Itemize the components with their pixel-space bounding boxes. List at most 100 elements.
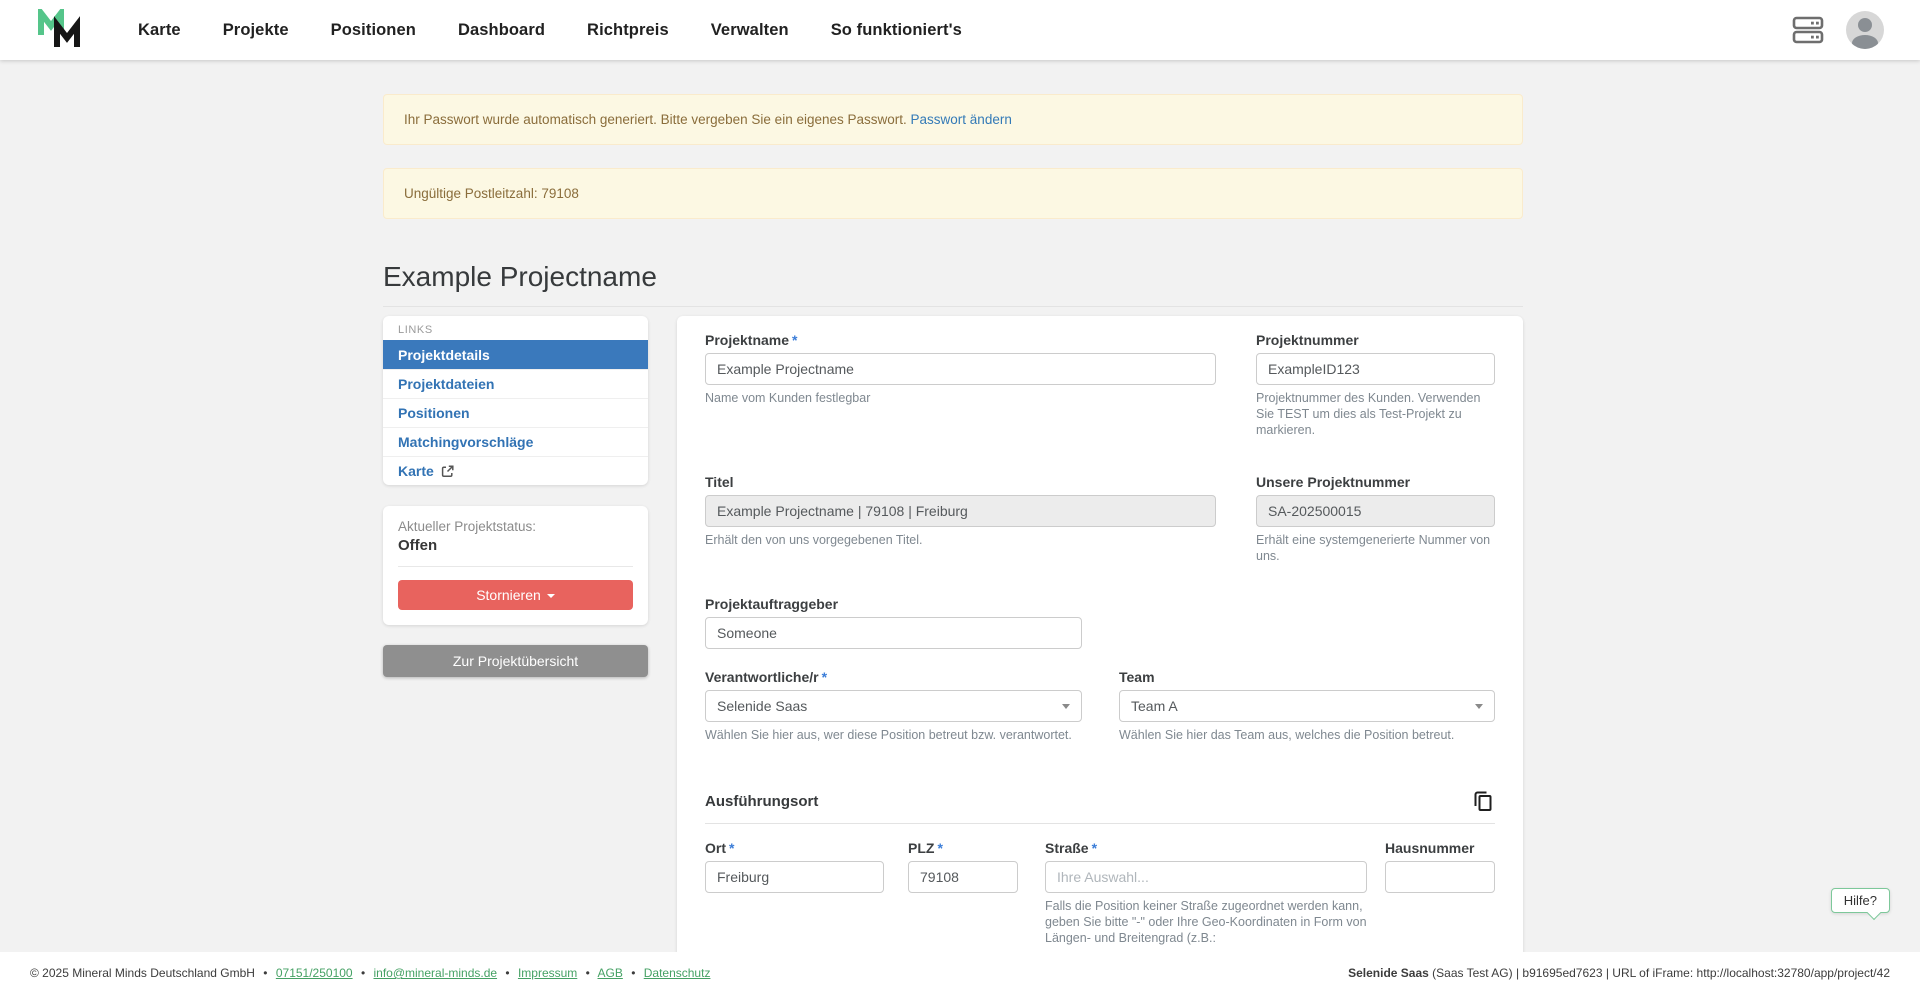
ort-label: Ort*: [705, 840, 884, 856]
hausnummer-label: Hausnummer: [1385, 840, 1495, 856]
sidebar-item-label: Projektdateien: [398, 376, 494, 392]
required-marker: *: [937, 840, 942, 856]
strasse-help: Falls die Position keiner Straße zugeord…: [1045, 898, 1367, 946]
plz-alert-text: Ungültige Postleitzahl: 79108: [404, 186, 579, 201]
page-content: Ihr Passwort wurde automatisch generiert…: [0, 60, 1920, 978]
ausfuehrungsort-section-title: Ausführungsort: [705, 793, 818, 810]
caret-down-icon: [547, 594, 555, 598]
unsere-projektnummer-label: Unsere Projektnummer: [1256, 474, 1495, 490]
page-title: Example Projectname: [383, 261, 1523, 293]
project-sidebar: LINKS Projektdetails Projektdateien Posi…: [383, 316, 648, 677]
footer-bullet: •: [361, 966, 365, 980]
sidebar-item-karte[interactable]: Karte: [383, 456, 648, 485]
label-text: Straße: [1045, 840, 1089, 856]
password-change-link[interactable]: Passwort ändern: [911, 112, 1012, 127]
sidebar-item-projektdateien[interactable]: Projektdateien: [383, 369, 648, 398]
label-text: PLZ: [908, 840, 934, 856]
sidebar-item-projektdetails[interactable]: Projektdetails: [383, 340, 648, 369]
team-label: Team: [1119, 669, 1495, 685]
ort-input[interactable]: [705, 861, 884, 893]
footer-left: © 2025 Mineral Minds Deutschland GmbH • …: [30, 966, 710, 980]
nav-item-dashboard[interactable]: Dashboard: [458, 21, 545, 40]
team-help: Wählen Sie hier das Team aus, welches di…: [1119, 727, 1495, 743]
label-text: Ort: [705, 840, 726, 856]
nav-item-so-funktionierts[interactable]: So funktioniert's: [831, 21, 962, 40]
projektname-help: Name vom Kunden festlegbar: [705, 390, 1216, 406]
verantwortliche-label: Verantwortliche/r*: [705, 669, 1082, 685]
footer-bullet: •: [586, 966, 590, 980]
unsere-projektnummer-help: Erhält eine systemgenerierte Nummer von …: [1256, 532, 1495, 564]
title-divider: [383, 306, 1523, 307]
section-divider: [705, 823, 1495, 824]
required-marker: *: [792, 332, 797, 348]
copy-icon[interactable]: [1471, 789, 1495, 813]
sidebar-item-label: Karte: [398, 463, 434, 479]
external-link-icon: [441, 465, 454, 478]
sidebar-item-label: Projektdetails: [398, 347, 490, 363]
plz-input[interactable]: [908, 861, 1018, 893]
projektname-input[interactable]: [705, 353, 1216, 385]
projektname-label: Projektname*: [705, 332, 1216, 348]
sidebar-item-label: Matchingvorschläge: [398, 434, 533, 450]
footer-phone-link[interactable]: 07151/250100: [276, 966, 353, 980]
chevron-down-icon: [1475, 704, 1483, 709]
hausnummer-input[interactable]: [1385, 861, 1495, 893]
projektnummer-label: Projektnummer: [1256, 332, 1495, 348]
strasse-input[interactable]: [1045, 861, 1367, 893]
top-navbar: Karte Projekte Positionen Dashboard Rich…: [0, 0, 1920, 60]
nav-item-positionen[interactable]: Positionen: [331, 21, 416, 40]
chevron-down-icon: [1062, 704, 1070, 709]
required-marker: *: [729, 840, 734, 856]
password-alert: Ihr Passwort wurde automatisch generiert…: [383, 94, 1523, 145]
titel-help: Erhält den von uns vorgegebenen Titel.: [705, 532, 1216, 548]
projektnummer-help: Projektnummer des Kunden. Verwenden Sie …: [1256, 390, 1495, 438]
team-select[interactable]: Team A: [1119, 690, 1495, 722]
projektnummer-input[interactable]: [1256, 353, 1495, 385]
label-text: Projektname: [705, 332, 789, 348]
footer-bullet: •: [263, 966, 267, 980]
verantwortliche-selected-value: Selenide Saas: [717, 698, 807, 714]
stornieren-button-label: Stornieren: [476, 587, 541, 603]
page-footer: © 2025 Mineral Minds Deutschland GmbH • …: [0, 952, 1920, 994]
plz-invalid-alert: Ungültige Postleitzahl: 79108: [383, 168, 1523, 219]
sidebar-item-matchingvorschlaege[interactable]: Matchingvorschläge: [383, 427, 648, 456]
stornieren-button[interactable]: Stornieren: [398, 580, 633, 610]
server-icon[interactable]: [1792, 15, 1824, 45]
user-avatar[interactable]: [1846, 11, 1884, 49]
mineral-minds-logo-icon[interactable]: [36, 9, 82, 51]
hilfe-button-label: Hilfe?: [1844, 893, 1877, 908]
footer-bullet: •: [505, 966, 509, 980]
titel-label: Titel: [705, 474, 1216, 490]
required-marker: *: [822, 669, 827, 685]
project-details-form: Projektname* Name vom Kunden festlegbar …: [677, 316, 1523, 978]
hilfe-button[interactable]: Hilfe?: [1831, 888, 1890, 913]
nav-item-verwalten[interactable]: Verwalten: [711, 21, 789, 40]
titel-input: [705, 495, 1216, 527]
footer-bullet: •: [631, 966, 635, 980]
verantwortliche-select[interactable]: Selenide Saas: [705, 690, 1082, 722]
main-navigation: Karte Projekte Positionen Dashboard Rich…: [138, 21, 962, 40]
sidebar-item-positionen[interactable]: Positionen: [383, 398, 648, 427]
status-value: Offen: [398, 537, 633, 554]
label-text: Verantwortliche/r: [705, 669, 819, 685]
status-label: Aktueller Projektstatus:: [398, 519, 633, 534]
projektauftraggeber-label: Projektauftraggeber: [705, 596, 1082, 612]
footer-agb-link[interactable]: AGB: [598, 966, 623, 980]
nav-item-karte[interactable]: Karte: [138, 21, 181, 40]
nav-item-richtpreis[interactable]: Richtpreis: [587, 21, 669, 40]
footer-copyright: © 2025 Mineral Minds Deutschland GmbH: [30, 966, 255, 980]
links-card-header: LINKS: [383, 316, 648, 340]
projektauftraggeber-input[interactable]: [705, 617, 1082, 649]
links-card: LINKS Projektdetails Projektdateien Posi…: [383, 316, 648, 485]
avatar-body-icon: [1852, 35, 1878, 49]
footer-impressum-link[interactable]: Impressum: [518, 966, 577, 980]
nav-item-projekte[interactable]: Projekte: [223, 21, 289, 40]
sidebar-item-label: Positionen: [398, 405, 470, 421]
footer-user-name: Selenide Saas: [1348, 966, 1429, 980]
footer-datenschutz-link[interactable]: Datenschutz: [644, 966, 711, 980]
footer-email-link[interactable]: info@mineral-minds.de: [373, 966, 497, 980]
footer-session-info: Selenide Saas (Saas Test AG) | b91695ed7…: [1348, 966, 1890, 980]
projektuebersicht-button[interactable]: Zur Projektübersicht: [383, 645, 648, 677]
strasse-label: Straße*: [1045, 840, 1367, 856]
password-alert-text: Ihr Passwort wurde automatisch generiert…: [404, 112, 907, 127]
